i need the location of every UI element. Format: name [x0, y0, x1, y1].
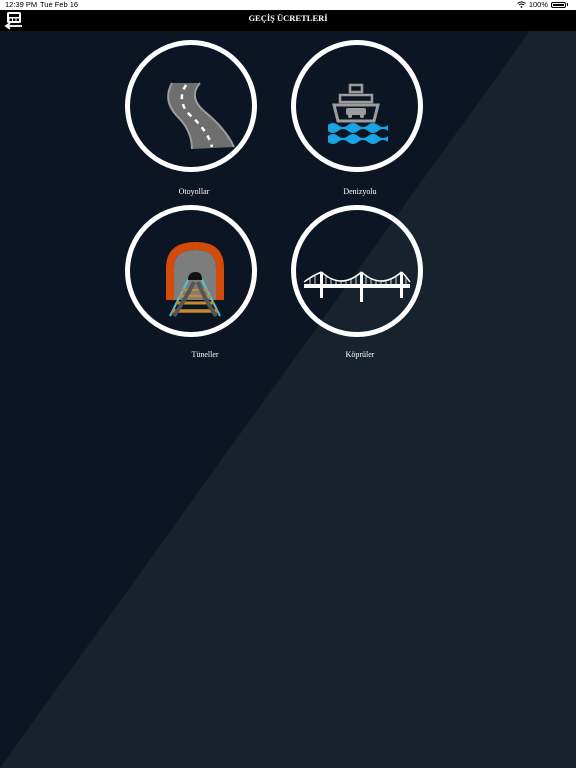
tile-label: Köprüler [345, 350, 375, 359]
tunnel-railway-icon [166, 242, 224, 318]
battery-nub [567, 3, 568, 6]
tile-circle [291, 40, 423, 172]
tile-label: Denizyolu [343, 187, 377, 196]
tile-circle [125, 40, 257, 172]
status-time: 12:39 PM [5, 0, 38, 9]
tile-circle [291, 205, 423, 337]
battery-icon [551, 1, 566, 8]
status-bar: 12:39 PM Tue Feb 16 100% [0, 0, 576, 10]
suspension-bridge-icon [303, 271, 411, 302]
ferry-ship-icon [328, 83, 388, 144]
tile-denizyolu[interactable]: Denizyolu [282, 40, 444, 200]
status-date: Tue Feb 16 [40, 0, 79, 9]
tile-kopruler[interactable]: Köprüler [282, 205, 444, 365]
tile-label: Tüneller [191, 350, 219, 359]
wifi-icon [516, 1, 526, 8]
tile-circle [125, 205, 257, 337]
navigation-bar: GEÇİŞ ÜCRETLERİ [0, 10, 576, 31]
status-right: 100% [516, 0, 568, 9]
page-title: GEÇİŞ ÜCRETLERİ [248, 13, 328, 23]
battery-percent: 100% [528, 0, 548, 9]
tile-label: Otoyollar [178, 187, 210, 196]
tile-tuneller[interactable]: Tüneller [114, 205, 276, 365]
highway-road-icon [167, 82, 235, 150]
tile-otoyollar[interactable]: Otoyollar [114, 40, 276, 200]
